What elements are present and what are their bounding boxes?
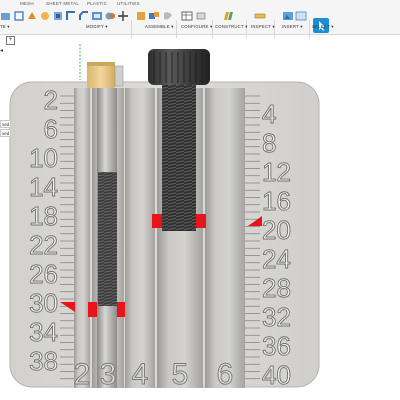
bolt-head[interactable]: [148, 49, 210, 85]
configure-group-label[interactable]: CONFIGURE ▾: [181, 24, 212, 30]
left-scale-label: 26: [29, 259, 58, 289]
right-scale-label: 8: [262, 128, 276, 158]
left-scale-label: 14: [29, 172, 58, 202]
modify-group-label[interactable]: MODIFY ▾: [86, 24, 108, 30]
rod-marker-left: [88, 302, 97, 317]
joint-icon[interactable]: [148, 10, 160, 22]
insert-group-label[interactable]: INSERT ▾: [282, 24, 303, 30]
tab-utilities[interactable]: UTILITIES: [117, 1, 140, 6]
left-scale-label: 30: [29, 288, 58, 318]
move-icon[interactable]: [117, 10, 129, 22]
combine-icon[interactable]: [104, 10, 116, 22]
slot-label: 4: [132, 358, 149, 391]
rod-marker-right: [117, 302, 125, 317]
left-scale-label: 38: [29, 346, 58, 376]
create-icon[interactable]: [0, 10, 12, 22]
browser-item[interactable]: ved 5: [0, 120, 11, 128]
bolt-marker-left: [152, 214, 162, 228]
ribbon-tab-row: MESH SHEET METAL PLASTIC UTILITIES: [0, 0, 400, 9]
select-group-label[interactable]: SELECT ▾: [312, 24, 334, 30]
parameters-icon[interactable]: [195, 10, 207, 22]
right-scale-label: 32: [262, 302, 291, 332]
right-scale-label: 40: [262, 360, 291, 390]
slot-label: 3: [100, 358, 117, 391]
sketch-icon[interactable]: [13, 10, 25, 22]
rod-collar: [114, 65, 124, 87]
new-component-icon[interactable]: [135, 10, 147, 22]
slot-6: [205, 88, 245, 388]
measure-icon[interactable]: [254, 10, 266, 22]
assemble-group-label[interactable]: ASSEMBLE ▾: [145, 24, 174, 30]
configure-table-icon[interactable]: [181, 10, 193, 22]
bolt-marker-right: [196, 214, 206, 228]
inspect-group-label[interactable]: INSPECT ▾: [251, 24, 275, 30]
tab-plastic[interactable]: PLASTIC: [87, 1, 107, 6]
right-scale-label: 4: [262, 99, 276, 129]
slot-label: 6: [217, 358, 234, 391]
left-scale-label: 10: [29, 143, 58, 173]
model-canvas[interactable]: 2 6 10 14 18 22 26 30 34 38 4 8 12 16 20…: [0, 35, 400, 400]
offset-plane-icon[interactable]: [222, 10, 234, 22]
brass-cap-top: [87, 62, 115, 66]
tab-sheet-metal[interactable]: SHEET METAL: [46, 1, 79, 6]
revolve-icon[interactable]: [39, 10, 51, 22]
left-scale-label: 18: [29, 201, 58, 231]
rod-thread[interactable]: [98, 172, 117, 306]
right-scale-label: 20: [262, 215, 291, 245]
left-scale-label: 22: [29, 230, 58, 260]
slot-label: 5: [172, 358, 189, 391]
right-scale-label: 28: [262, 273, 291, 303]
browser-item[interactable]: ved 5: [0, 129, 11, 137]
fillet-icon[interactable]: [65, 10, 77, 22]
browser-expand-button[interactable]: +: [6, 36, 15, 45]
right-scale-label: 12: [262, 157, 291, 187]
construct-group-label[interactable]: CONSTRUCT ▾: [215, 24, 247, 30]
3d-viewport[interactable]: 2 6 10 14 18 22 26 30 34 38 4 8 12 16 20…: [0, 35, 400, 400]
left-scale-label: 34: [29, 317, 58, 347]
as-built-joint-icon[interactable]: [162, 10, 174, 22]
ribbon-toolbar: MESH SHEET METAL PLASTIC UTILITIES TE ▾ …: [0, 0, 400, 38]
create-group-label[interactable]: TE ▾: [0, 24, 10, 30]
extrude-icon[interactable]: [26, 10, 38, 22]
insert-image-icon[interactable]: [282, 10, 294, 22]
chamfer-icon[interactable]: [78, 10, 90, 22]
left-scale-label: 2: [44, 85, 58, 115]
slot-4: [125, 88, 155, 388]
slot-2: [74, 88, 90, 388]
insert-mesh-icon[interactable]: [295, 10, 307, 22]
right-scale-label: 16: [262, 186, 291, 216]
slot-label: 2: [74, 358, 91, 391]
right-scale-label: 36: [262, 331, 291, 361]
press-pull-icon[interactable]: [52, 10, 64, 22]
shell-icon[interactable]: [91, 10, 103, 22]
browser-collapse-icon[interactable]: ◂: [0, 48, 8, 54]
left-scale-label: 6: [44, 114, 58, 144]
ribbon-tool-row: [0, 9, 400, 38]
tab-mesh[interactable]: MESH: [20, 1, 34, 6]
right-scale-label: 24: [262, 244, 291, 274]
bolt-thread[interactable]: [162, 85, 196, 231]
